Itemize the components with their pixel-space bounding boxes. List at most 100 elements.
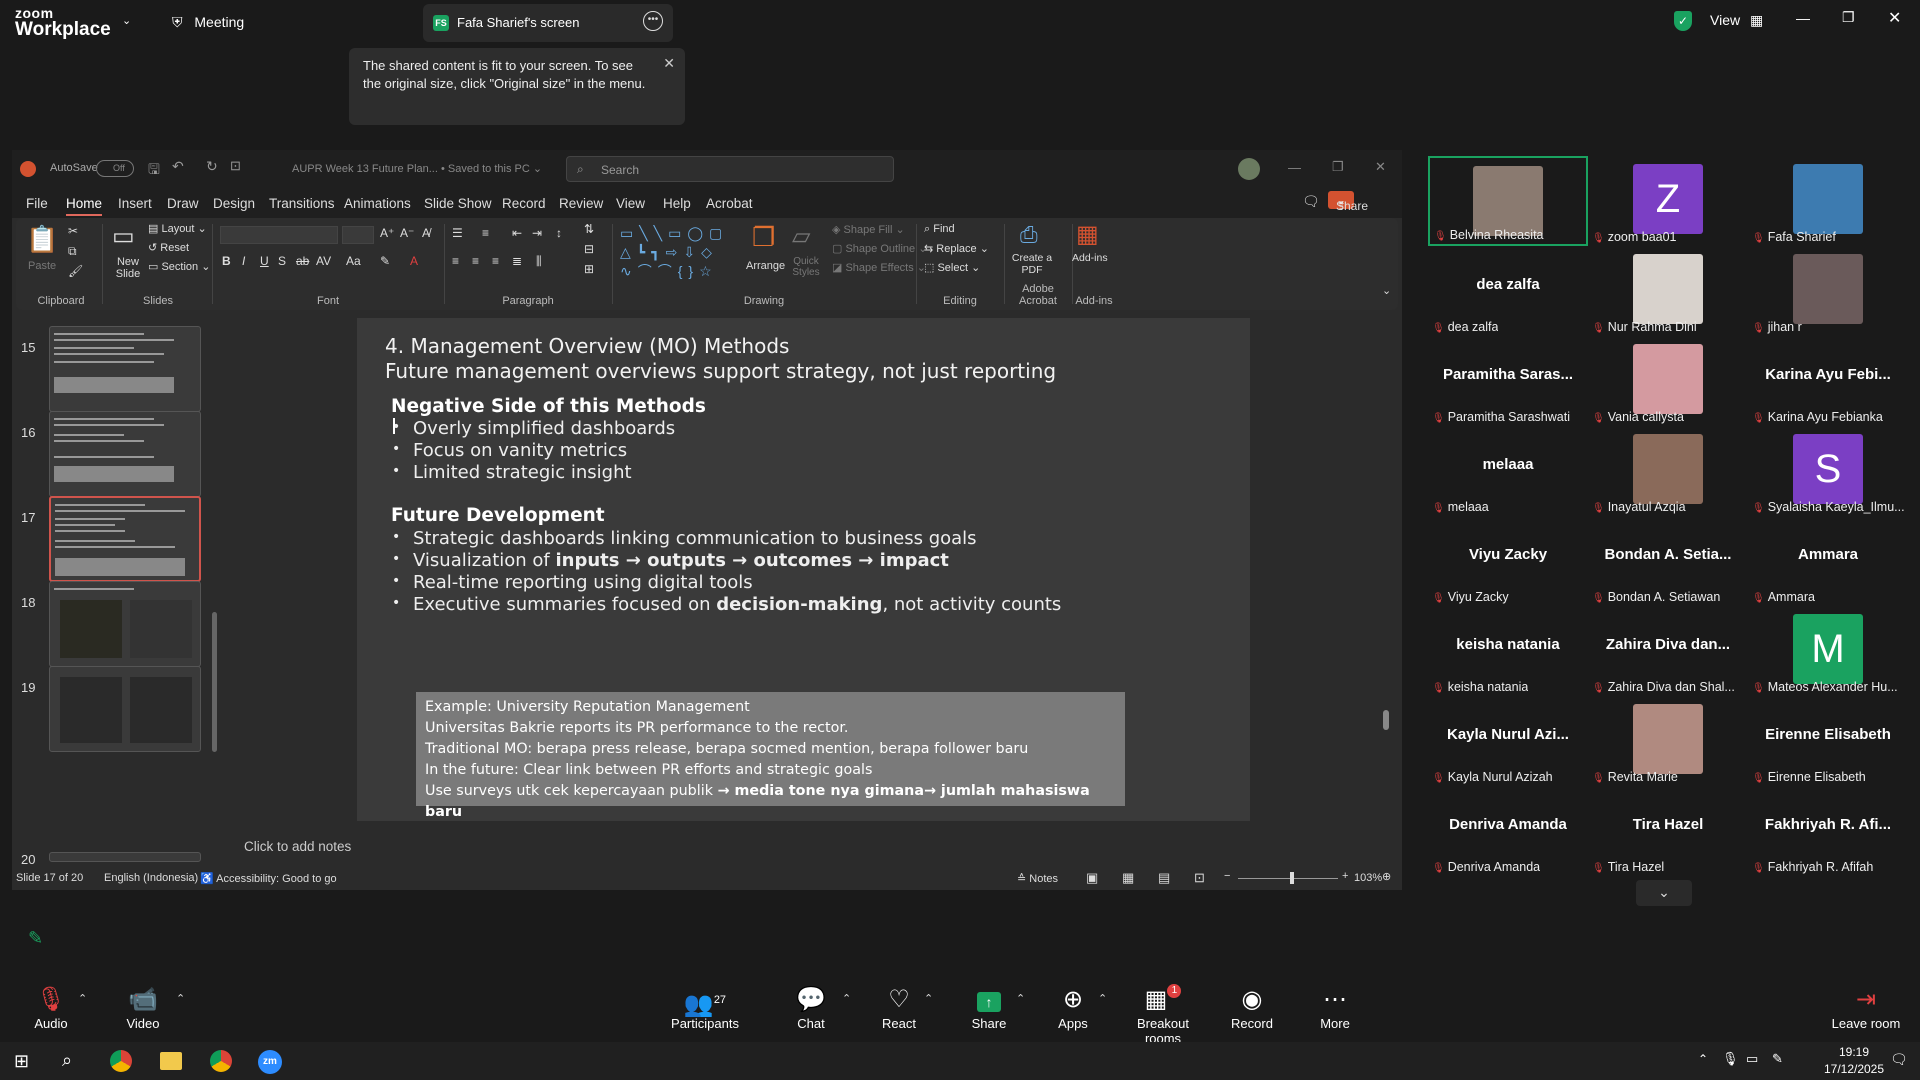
shared-screen-tab[interactable]: FS Fafa Sharief's screen •••	[423, 4, 673, 42]
slide-thumbnail-17[interactable]	[49, 496, 201, 582]
slide-thumbnail-20[interactable]	[49, 852, 201, 862]
security-shield-icon[interactable]: ✓	[1674, 11, 1692, 31]
zoom-in-icon[interactable]: +	[1342, 870, 1348, 882]
audio-options-icon[interactable]: ⌃	[78, 992, 87, 1005]
shadow-icon[interactable]: S	[278, 254, 286, 268]
participant-tile[interactable]: Ammara 🎙 Ammara	[1748, 516, 1908, 606]
reading-view-icon[interactable]: ▤	[1158, 870, 1170, 886]
quick-styles-icon[interactable]: ▱	[792, 222, 810, 251]
tab-transitions[interactable]: Transitions	[269, 196, 335, 211]
undo-icon[interactable]: ↶	[172, 158, 184, 175]
font-size-select[interactable]	[342, 226, 374, 244]
highlight-icon[interactable]: ✎	[380, 254, 390, 268]
share-button[interactable]: ⇪ Share ⌄	[1328, 191, 1368, 213]
participant-tile[interactable]: Viyu Zacky 🎙 Viyu Zacky	[1428, 516, 1588, 606]
fit-slide-icon[interactable]: ⊕	[1382, 870, 1391, 883]
participant-tile[interactable]: Kayla Nurul Azi... 🎙 Kayla Nurul Azizah	[1428, 696, 1588, 786]
zoom-slider[interactable]	[1238, 872, 1338, 884]
section-button[interactable]: ▭ Section ⌄	[148, 260, 210, 273]
slide-canvas[interactable]: 4. Management Overview (MO) Methods Futu…	[357, 318, 1250, 821]
participant-tile[interactable]: Fakhriyah R. Afi... 🎙 Fakhriyah R. Afifah	[1748, 786, 1908, 876]
decrease-indent-icon[interactable]: ⇤	[512, 226, 522, 240]
scrollbar-thumb[interactable]	[1383, 710, 1389, 730]
autosave-toggle[interactable]: Off	[96, 160, 134, 177]
align-center-icon[interactable]: ≡	[472, 254, 479, 268]
justify-icon[interactable]: ≣	[512, 254, 522, 268]
tab-insert[interactable]: Insert	[118, 196, 152, 211]
shape-effects-button[interactable]: ◪ Shape Effects ⌄	[832, 261, 926, 274]
tab-help[interactable]: Help	[663, 196, 691, 211]
tab-file[interactable]: File	[26, 196, 48, 211]
future-development-heading[interactable]: Future Development	[391, 505, 605, 526]
share-options-icon[interactable]: ⌃	[1016, 992, 1025, 1005]
zoom-app-icon[interactable]: zm	[258, 1050, 282, 1074]
align-left-icon[interactable]: ≡	[452, 254, 459, 268]
smartart-icon[interactable]: ⊞	[584, 262, 594, 276]
underline-icon[interactable]: U	[260, 254, 269, 268]
shape-outline-button[interactable]: ▢ Shape Outline ⌄	[832, 242, 927, 255]
vertical-scrollbar[interactable]	[1383, 320, 1389, 820]
view-button[interactable]: View ▦	[1710, 12, 1763, 29]
new-slide-label[interactable]: New Slide	[108, 256, 148, 280]
tab-record[interactable]: Record	[502, 196, 546, 211]
text-direction-icon[interactable]: ⇅	[584, 222, 594, 236]
participant-tile[interactable]: 🎙 Fafa Sharief	[1748, 156, 1908, 246]
format-painter-icon[interactable]: 🖌	[68, 264, 83, 278]
notes-pane[interactable]: Click to add notes	[236, 833, 1402, 863]
more-button[interactable]: ⋯ More	[1290, 984, 1380, 1031]
slide-thumbnail-16[interactable]	[49, 411, 201, 497]
chrome-icon[interactable]	[110, 1050, 132, 1072]
language-status[interactable]: English (Indonesia)	[104, 872, 198, 884]
annotate-pencil-icon[interactable]: ✎	[28, 928, 43, 949]
accessibility-status[interactable]: ♿ Accessibility: Good to go	[200, 872, 337, 885]
tab-view[interactable]: View	[616, 196, 645, 211]
tray-chevron-icon[interactable]: ⌃	[1698, 1052, 1708, 1066]
maximize-icon[interactable]: ❐	[1842, 9, 1855, 26]
save-icon[interactable]: 🖫	[148, 159, 160, 183]
present-icon[interactable]: ⊡	[230, 158, 241, 174]
apps-options-icon[interactable]: ⌃	[1098, 992, 1107, 1005]
clear-format-icon[interactable]: A̸	[422, 226, 430, 240]
chevron-down-icon[interactable]: ⌄	[122, 14, 131, 27]
file-explorer-icon[interactable]	[160, 1052, 182, 1070]
align-text-icon[interactable]: ⊟	[584, 242, 594, 256]
numbering-icon[interactable]: ≡	[482, 226, 489, 240]
slideshow-icon[interactable]: ⊡	[1194, 870, 1205, 886]
arrange-icon[interactable]: ❐	[752, 222, 775, 253]
participant-tile[interactable]: dea zalfa 🎙 dea zalfa	[1428, 246, 1588, 336]
align-right-icon[interactable]: ≡	[492, 254, 499, 268]
breakout-rooms-button[interactable]: ▦ 1 Breakout rooms	[1118, 984, 1208, 1046]
participant-tile[interactable]: 🎙 Revita Marie	[1588, 696, 1748, 786]
document-title[interactable]: AUPR Week 13 Future Plan... • Saved to t…	[292, 162, 542, 175]
ppt-restore-icon[interactable]: ❐	[1332, 159, 1344, 175]
react-options-icon[interactable]: ⌃	[924, 992, 933, 1005]
record-button[interactable]: ◉ Record	[1207, 984, 1297, 1031]
layout-button[interactable]: ▤ Layout ⌄	[148, 222, 207, 235]
slide-subtitle[interactable]: Future management overviews support stra…	[385, 359, 1056, 383]
font-family-select[interactable]	[220, 226, 338, 244]
copy-icon[interactable]: ⧉	[68, 244, 77, 259]
chrome-icon[interactable]	[210, 1050, 232, 1072]
participant-tile[interactable]: 🎙 Vania callysta	[1588, 336, 1748, 426]
pen-icon[interactable]: ✎	[1772, 1051, 1783, 1067]
thumbnail-scrollbar[interactable]	[212, 612, 217, 752]
zoom-slider-thumb[interactable]	[1290, 872, 1294, 884]
bullets-icon[interactable]: ☰	[452, 226, 463, 240]
participant-tile[interactable]: Tira Hazel 🎙 Tira Hazel	[1588, 786, 1748, 876]
chat-options-icon[interactable]: ⌃	[842, 992, 851, 1005]
normal-view-icon[interactable]: ▣	[1086, 870, 1098, 886]
add-ins-label[interactable]: Add-ins	[1072, 252, 1108, 264]
ppt-minimize-icon[interactable]: —	[1288, 160, 1301, 175]
participant-tile[interactable]: Zahira Diva dan... 🎙 Zahira Diva dan Shal.…	[1588, 606, 1748, 696]
ppt-close-icon[interactable]: ✕	[1375, 159, 1386, 175]
participant-tile[interactable]: Karina Ayu Febi... 🎙 Karina Ayu Febianka	[1748, 336, 1908, 426]
tab-animations[interactable]: Animations	[344, 196, 411, 211]
participant-tile[interactable]: 🎙 Nur Rahma Dini	[1588, 246, 1748, 336]
shrink-font-icon[interactable]: A⁻	[400, 226, 414, 240]
clock-date[interactable]: 17/12/2025	[1814, 1062, 1894, 1076]
zoom-level[interactable]: 103%	[1354, 872, 1382, 884]
video-options-icon[interactable]: ⌃	[176, 992, 185, 1005]
columns-icon[interactable]: ⫼	[536, 254, 542, 269]
tab-home[interactable]: Home	[66, 196, 103, 216]
tooltip-close-icon[interactable]: ✕	[663, 54, 675, 72]
